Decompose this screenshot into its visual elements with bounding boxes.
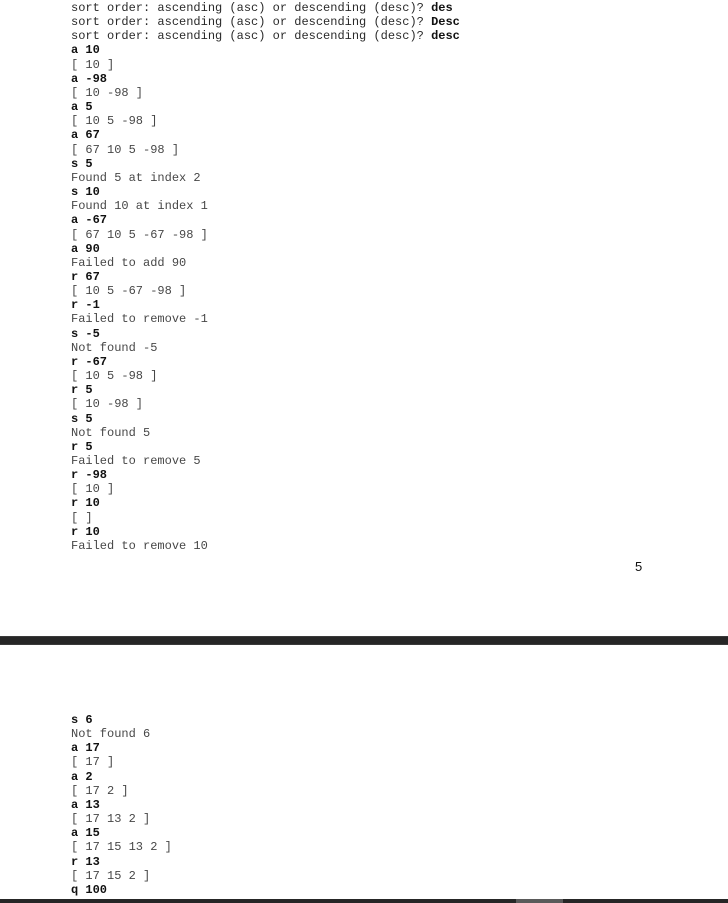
output-line: [ 10 5 -98 ] (71, 114, 158, 129)
command-line: r 5 (71, 383, 93, 398)
command-line: r -1 (71, 298, 100, 313)
command-line: r 13 (71, 854, 100, 869)
output-line: Failed to remove 10 (71, 538, 208, 553)
output-line: [ 67 10 5 -98 ] (71, 142, 180, 157)
command-line: r 67 (71, 269, 100, 284)
output-line: Not found 5 (71, 425, 151, 440)
output-line: Found 5 at index 2 (71, 170, 201, 185)
command-line: s -5 (71, 326, 100, 341)
command-line: a 2 (71, 769, 93, 784)
prompt-text: sort order: ascending (asc) or descendin… (71, 15, 432, 30)
command-line: a 5 (71, 100, 93, 115)
command-line: r 10 (71, 496, 100, 511)
command-line: a 17 (71, 741, 100, 756)
prompt-text: sort order: ascending (asc) or descendin… (71, 1, 432, 15)
command-line: q 100 (71, 882, 108, 897)
output-line: [ 17 ] (71, 755, 115, 770)
output-line: Not found 6 (71, 727, 151, 742)
output-line: [ 17 15 2 ] (71, 868, 151, 883)
prompt-answer: desc (431, 29, 460, 44)
command-line: a -98 (71, 71, 108, 86)
page-separator (0, 636, 728, 645)
command-line: s 5 (71, 411, 93, 426)
command-line: a -67 (71, 213, 108, 228)
page-number: 5 (635, 559, 643, 574)
command-line: s 6 (71, 713, 93, 727)
command-line: r -67 (71, 354, 108, 369)
prompt-line: sort order: ascending (asc) or descendin… (71, 1, 460, 15)
command-line: a 15 (71, 826, 100, 841)
prompt-line: sort order: ascending (asc) or descendin… (71, 15, 460, 29)
command-line: r 10 (71, 524, 100, 539)
command-line: a 10 (71, 43, 100, 58)
command-line: r 5 (71, 439, 93, 454)
output-line: Failed to remove 5 (71, 454, 201, 468)
output-line: Found 10 at index 1 (71, 199, 208, 214)
output-line: [ 10 -98 ] (71, 397, 144, 412)
document-page-bottom: s 6 Not found 6a 17[ 17 ] a 2[ 17 2 ] a 13[… (0, 645, 728, 899)
prompt-answer: Desc (431, 15, 460, 30)
output-line: [ 10 -98 ] (71, 85, 144, 100)
output-line: [ 17 15 13 2 ] (71, 840, 172, 855)
command-line: a 90 (71, 241, 100, 256)
prompt-text: sort order: ascending (asc) or descendin… (71, 29, 432, 44)
prompt-line: sort order: ascending (asc) or descendin… (71, 29, 460, 43)
command-line: s 10 (71, 185, 100, 200)
output-line: [ 10 5 -98 ] (71, 369, 158, 384)
command-line: a 67 (71, 128, 100, 143)
output-line: [ 10 5 -67 -98 ] (71, 284, 187, 299)
document-page-top: sort order: ascending (asc) or descendin… (0, 0, 728, 636)
output-line: [ 17 13 2 ] (71, 812, 151, 827)
output-line: [ 10 ] (71, 482, 115, 497)
horizontal-scrollbar[interactable] (0, 899, 728, 903)
command-line: r -98 (71, 468, 108, 483)
output-line: [ 17 2 ] (71, 783, 129, 798)
console-transcript: sort order: ascending (asc) or descendin… (71, 1, 460, 553)
output-line: Failed to remove -1 (71, 312, 208, 327)
prompt-answer: des (431, 1, 453, 15)
output-line: [ 10 ] (71, 57, 115, 72)
command-line: s 5 (71, 156, 93, 171)
output-line: [ ] (71, 510, 93, 525)
output-line: [ 67 10 5 -67 -98 ] (71, 227, 208, 242)
console-transcript-continued: s 6 Not found 6a 17[ 17 ] a 2[ 17 2 ] a 13[… (71, 713, 172, 897)
output-line: Not found -5 (71, 340, 158, 355)
scrollbar-thumb[interactable] (516, 899, 563, 903)
output-line: Failed to add 90 (71, 255, 187, 270)
command-line: a 13 (71, 797, 100, 812)
